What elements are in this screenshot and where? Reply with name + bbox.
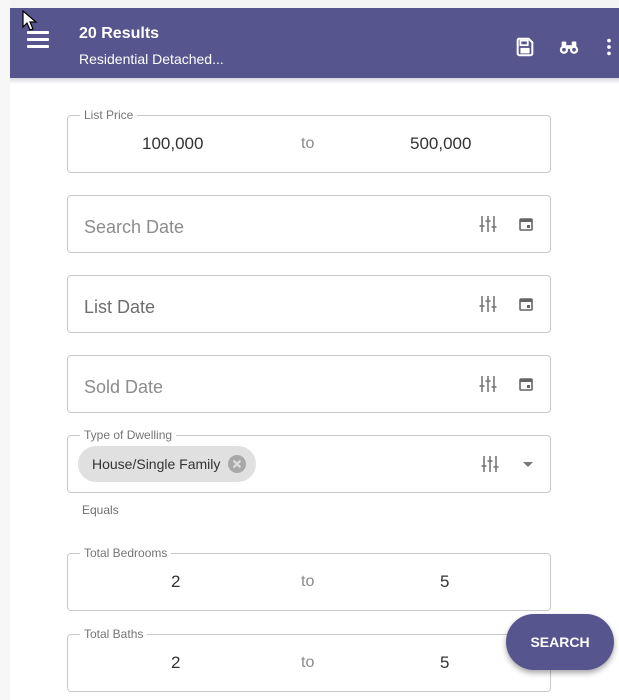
bedrooms-label: Total Bedrooms: [80, 546, 172, 560]
list-date-placeholder: List Date: [84, 297, 156, 317]
dwelling-type-field[interactable]: Type of Dwelling House/Single Family: [67, 428, 551, 493]
list-date-field[interactable]: List Date: [67, 275, 551, 333]
filter-options-icon[interactable]: [480, 454, 500, 474]
app-bar-shadow: [10, 78, 619, 84]
baths-field[interactable]: Total Baths 2 to 5: [67, 627, 551, 692]
filter-options-icon[interactable]: [478, 214, 498, 234]
list-price-field[interactable]: List Price 100,000 to 500,000: [67, 108, 551, 173]
calendar-icon[interactable]: [518, 376, 534, 392]
calendar-icon[interactable]: [518, 296, 534, 312]
more-vert-icon[interactable]: [603, 36, 615, 58]
left-edge: [0, 0, 10, 700]
bedrooms-to-label: to: [301, 573, 315, 590]
dwelling-type-label: Type of Dwelling: [80, 428, 177, 442]
search-button[interactable]: SEARCH: [506, 614, 614, 670]
list-price-max[interactable]: 500,000: [410, 134, 471, 154]
filter-options-icon[interactable]: [478, 374, 498, 394]
calendar-icon[interactable]: [518, 216, 534, 232]
list-price-min[interactable]: 100,000: [142, 134, 203, 154]
dwelling-chip-label: House/Single Family: [92, 456, 221, 472]
mouse-cursor-icon: [22, 10, 38, 31]
bedrooms-min[interactable]: 2: [171, 572, 180, 592]
app-bar: 20 Results Residential Detached...: [10, 8, 619, 78]
save-icon[interactable]: [514, 36, 536, 58]
baths-min[interactable]: 2: [171, 653, 180, 673]
baths-label: Total Baths: [80, 627, 148, 641]
list-price-to-label: to: [301, 135, 315, 152]
sold-date-field[interactable]: Sold Date: [67, 355, 551, 413]
dwelling-helper-text: Equals: [82, 503, 119, 517]
top-gap: [10, 0, 619, 8]
bedrooms-max[interactable]: 5: [440, 572, 449, 592]
results-title: 20 Results: [79, 25, 160, 42]
search-date-field[interactable]: Search Date: [67, 195, 551, 253]
menu-icon[interactable]: [27, 30, 49, 48]
baths-to-label: to: [301, 654, 315, 671]
remove-chip-icon[interactable]: [227, 454, 247, 474]
sold-date-placeholder: Sold Date: [84, 377, 164, 397]
dwelling-chip[interactable]: House/Single Family: [78, 446, 257, 482]
baths-max[interactable]: 5: [440, 653, 449, 673]
search-date-placeholder: Search Date: [84, 217, 185, 237]
list-price-label: List Price: [80, 108, 138, 122]
chevron-down-icon[interactable]: [523, 462, 533, 467]
binoculars-icon[interactable]: [558, 36, 580, 58]
filter-options-icon[interactable]: [478, 294, 498, 314]
bedrooms-field[interactable]: Total Bedrooms 2 to 5: [67, 546, 551, 611]
results-subtitle: Residential Detached...: [79, 51, 224, 67]
